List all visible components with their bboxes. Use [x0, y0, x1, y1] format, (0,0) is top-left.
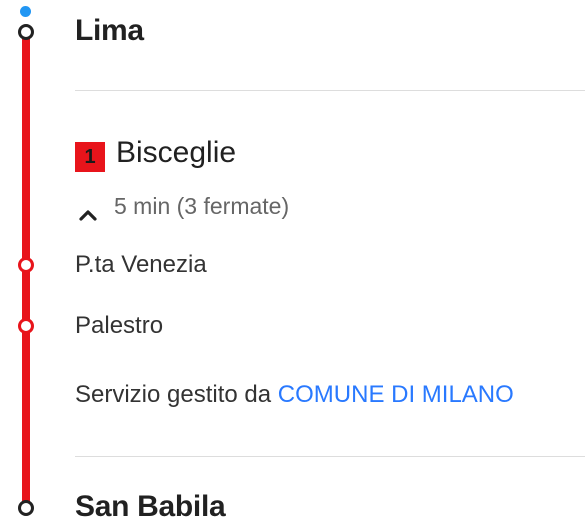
chevron-up-icon[interactable] — [78, 204, 98, 224]
trip-duration-toggle[interactable]: 5 min (3 fermate) — [114, 193, 289, 220]
intermediate-stop-name[interactable]: P.ta Venezia — [75, 251, 207, 279]
divider — [75, 456, 585, 457]
intermediate-stop-name[interactable]: Palestro — [75, 312, 163, 340]
origin-stop-name[interactable]: Lima — [75, 14, 144, 48]
divider — [75, 90, 585, 91]
origin-stop-marker-icon — [18, 24, 34, 40]
line-direction: Bisceglie — [116, 136, 237, 169]
operator-link[interactable]: COMUNE DI MILANO — [278, 381, 514, 408]
location-dot-icon — [20, 6, 31, 17]
intermediate-stop-marker-icon — [18, 257, 34, 273]
intermediate-stop-marker-icon — [18, 318, 34, 334]
destination-stop-marker-icon — [18, 500, 34, 516]
operator-prefix: Servizio gestito da — [75, 381, 278, 408]
metro-line-badge: 1 — [75, 142, 105, 172]
operator-info: Servizio gestito da COMUNE DI MILANO — [75, 381, 514, 409]
destination-stop-name[interactable]: San Babila — [75, 490, 226, 524]
